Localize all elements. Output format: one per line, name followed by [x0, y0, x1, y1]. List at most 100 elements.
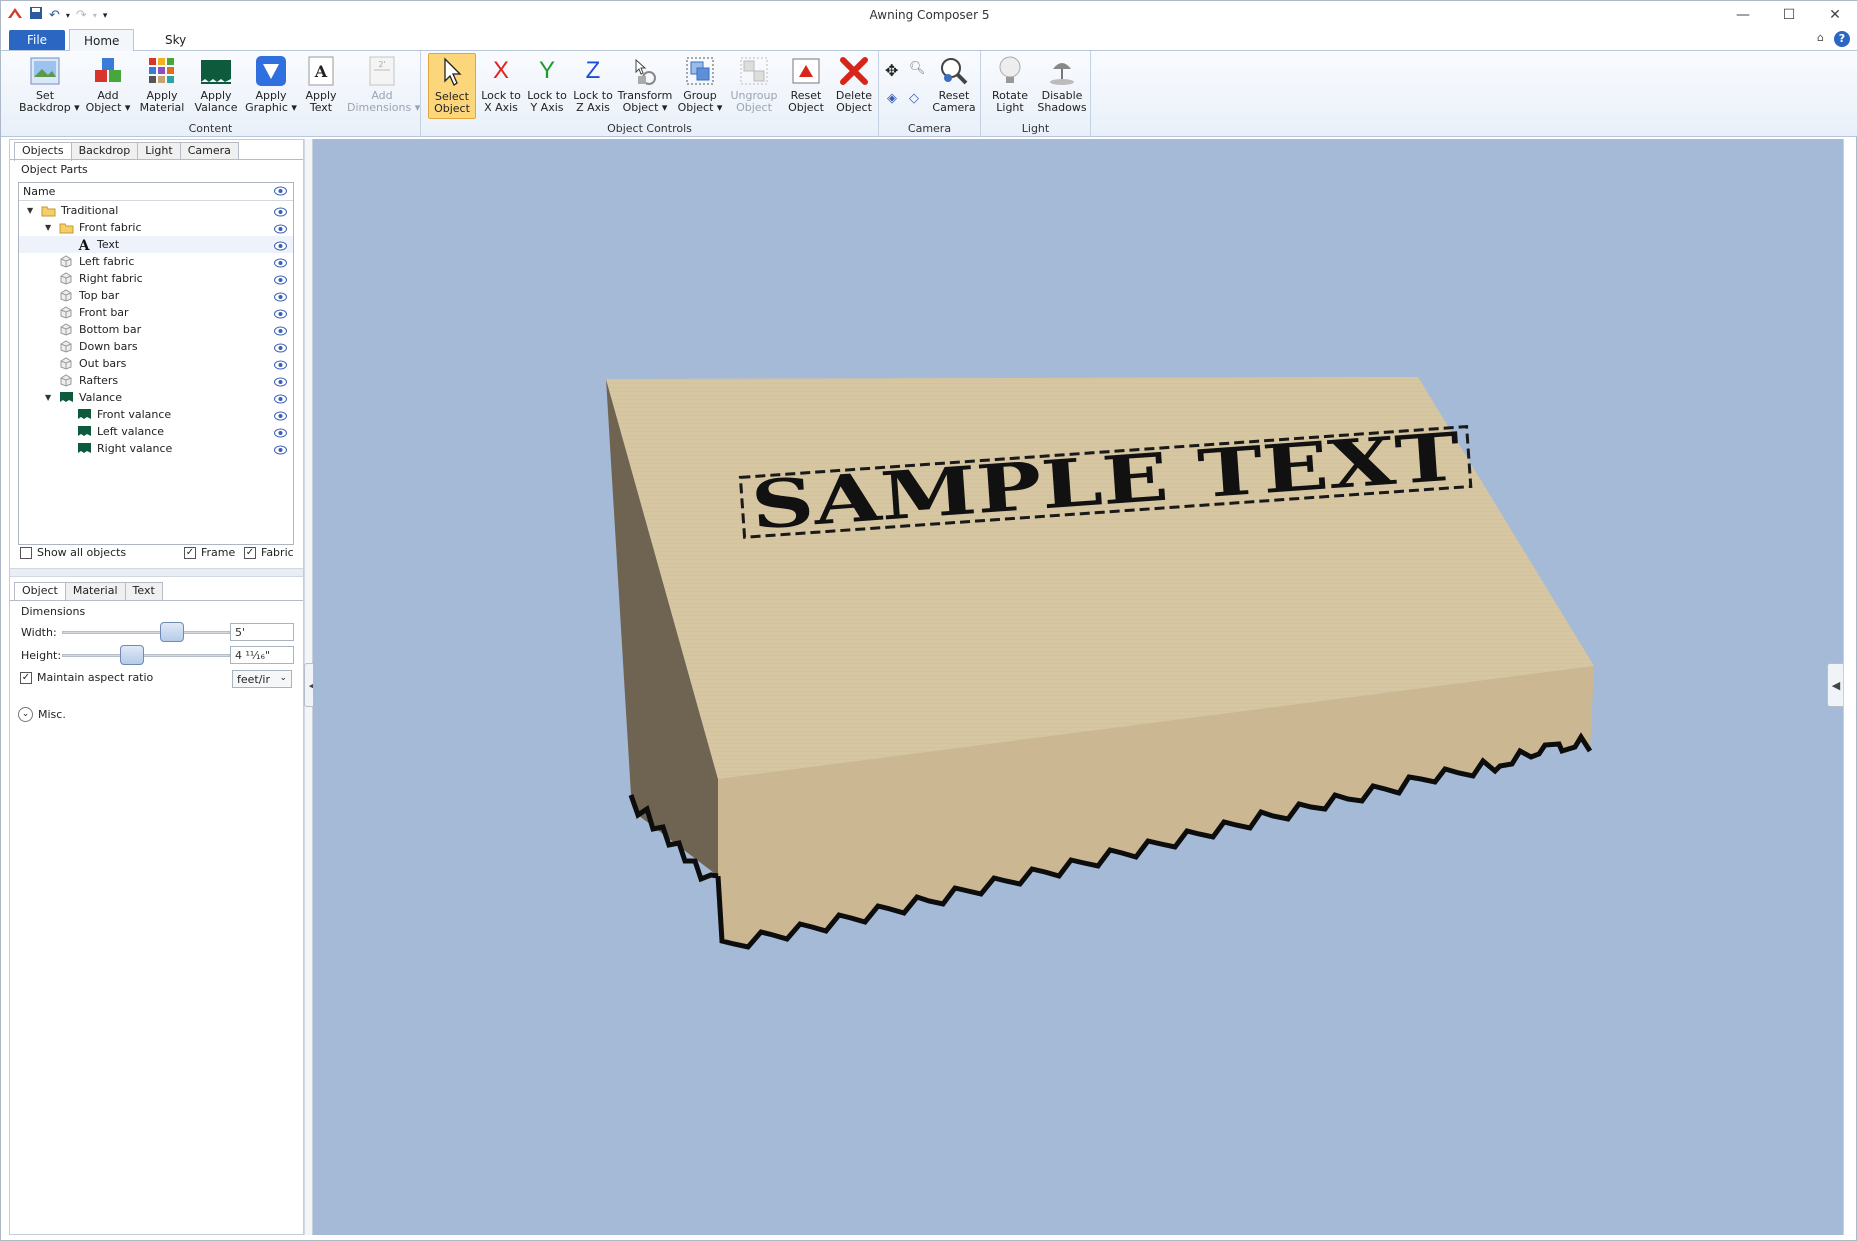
object-parts-tree[interactable]: Name ▼ Traditional ▼ Front fabric A Text Left … — [18, 182, 294, 545]
tree-row[interactable]: ▼ Valance — [19, 389, 293, 406]
lock-x-axis-button[interactable]: X Lock to X Axis — [479, 55, 523, 121]
tree-row[interactable]: Front valance — [19, 406, 293, 423]
expand-chevron-icon[interactable]: ⌄ — [18, 707, 33, 722]
tab-text[interactable]: Text — [124, 582, 163, 600]
ungroup-icon — [740, 57, 768, 85]
visibility-eye-icon[interactable] — [274, 409, 287, 421]
apply-material-button[interactable]: Apply Material — [137, 55, 187, 121]
orbit-camera-icon[interactable]: ◈ — [887, 91, 897, 106]
zoom-camera-icon[interactable]: 🔍︎ — [909, 61, 926, 76]
tree-row[interactable]: Bottom bar — [19, 321, 293, 338]
height-slider[interactable] — [62, 645, 230, 665]
shadow-lamp-icon — [1050, 63, 1074, 85]
tree-row-label: Valance — [79, 391, 122, 404]
frame-option[interactable]: ✓ Frame — [184, 546, 235, 559]
help-icon[interactable]: ? — [1834, 31, 1850, 47]
visibility-eye-icon[interactable] — [274, 222, 287, 234]
tree-row[interactable]: Rafters — [19, 372, 293, 389]
apply-valance-button[interactable]: Apply Valance — [191, 55, 241, 121]
tree-row[interactable]: ▼ Traditional — [19, 202, 293, 219]
fabric-checkbox[interactable]: ✓ — [244, 546, 256, 559]
visibility-eye-icon[interactable] — [274, 341, 287, 353]
apply-text-button[interactable]: A Apply Text — [299, 55, 343, 121]
lock-y-axis-button[interactable]: Y Lock to Y Axis — [525, 55, 569, 121]
tab-backdrop[interactable]: Backdrop — [70, 142, 139, 160]
maintain-aspect-checkbox[interactable]: ✓ — [20, 671, 32, 684]
rotate-camera-icon[interactable]: ◇ — [909, 91, 919, 106]
tree-header-name[interactable]: Name — [23, 185, 55, 198]
visibility-eye-icon[interactable] — [274, 205, 287, 217]
tree-row[interactable]: Right valance — [19, 440, 293, 457]
show-all-objects-option[interactable]: Show all objects — [20, 546, 126, 559]
tab-camera[interactable]: Camera — [179, 142, 239, 160]
text-icon: A — [308, 56, 334, 86]
tab-object[interactable]: Object — [14, 582, 66, 601]
visibility-eye-icon[interactable] — [274, 392, 287, 404]
tab-home[interactable]: Home — [69, 29, 135, 52]
tree-row[interactable]: ▼ Front fabric — [19, 219, 293, 236]
add-object-button[interactable]: Add Object ▾ — [83, 55, 133, 121]
tree-row[interactable]: Left fabric — [19, 253, 293, 270]
expand-toggle-icon[interactable]: ▼ — [27, 202, 33, 219]
3d-viewport[interactable]: SAMPLE TEXT — [313, 139, 1843, 1235]
tree-row[interactable]: Front bar — [19, 304, 293, 321]
units-dropdown[interactable]: feet/ir ⌄ — [232, 670, 292, 688]
visibility-eye-icon[interactable] — [274, 358, 287, 370]
tab-file[interactable]: File — [9, 30, 65, 50]
fabric-option[interactable]: ✓ Fabric — [244, 546, 294, 559]
frame-checkbox[interactable]: ✓ — [184, 546, 196, 559]
ribbon: Set Backdrop ▾ Add Object ▾ Apply Materi… — [1, 51, 1857, 137]
expand-toggle-icon[interactable]: ▼ — [45, 219, 51, 236]
visibility-eye-icon[interactable] — [274, 307, 287, 319]
delete-object-button[interactable]: Delete Object — [831, 55, 877, 121]
visibility-eye-icon[interactable] — [274, 324, 287, 336]
visibility-eye-icon[interactable] — [274, 290, 287, 302]
reset-camera-button[interactable]: Reset Camera — [931, 55, 977, 121]
valance-icon — [201, 60, 231, 84]
window-title: Awning Composer 5 — [869, 8, 990, 22]
close-button[interactable]: ✕ — [1812, 1, 1857, 29]
visibility-eye-icon[interactable] — [274, 239, 287, 251]
height-field[interactable]: 4 ¹¹⁄₁₆" — [230, 646, 294, 664]
misc-section[interactable]: ⌄ Misc. — [18, 707, 66, 722]
minimize-ribbon-icon[interactable]: ⌂ — [1817, 31, 1824, 47]
visibility-eye-icon[interactable] — [274, 426, 287, 438]
visibility-eye-icon[interactable] — [274, 273, 287, 285]
width-slider-thumb[interactable] — [160, 622, 184, 642]
width-slider[interactable] — [62, 622, 230, 642]
transform-object-button[interactable]: Transform Object ▾ — [617, 55, 673, 121]
tab-sky[interactable]: Sky — [151, 29, 200, 51]
maximize-button[interactable]: ☐ — [1766, 1, 1812, 29]
expand-toggle-icon[interactable]: ▼ — [45, 389, 51, 406]
tree-row[interactable]: Left valance — [19, 423, 293, 440]
visibility-eye-icon[interactable] — [274, 375, 287, 387]
maintain-aspect-option[interactable]: ✓ Maintain aspect ratio — [20, 671, 153, 684]
awning-3d-model[interactable]: SAMPLE TEXT — [313, 139, 1843, 1235]
reset-object-icon — [792, 58, 820, 84]
tree-row[interactable]: A Text — [19, 236, 293, 254]
height-slider-thumb[interactable] — [120, 645, 144, 665]
set-backdrop-button[interactable]: Set Backdrop ▾ — [19, 55, 80, 121]
visibility-eye-icon[interactable] — [274, 443, 287, 455]
apply-graphic-button[interactable]: Apply Graphic ▾ — [245, 55, 297, 121]
width-field[interactable]: 5' — [230, 623, 294, 641]
lock-z-axis-button[interactable]: Z Lock to Z Axis — [571, 55, 615, 121]
reset-object-button[interactable]: Reset Object — [783, 55, 829, 121]
tab-light[interactable]: Light — [137, 142, 181, 160]
tree-row[interactable]: Out bars — [19, 355, 293, 372]
rotate-light-button[interactable]: Rotate Light — [987, 55, 1033, 121]
panel-splitter[interactable] — [10, 568, 303, 577]
minimize-button[interactable]: — — [1720, 1, 1766, 29]
disable-shadows-button[interactable]: Disable Shadows — [1035, 55, 1089, 121]
select-object-button[interactable]: Select Object — [428, 53, 476, 119]
object-parts-label: Object Parts — [21, 163, 88, 176]
group-object-button[interactable]: Group Object ▾ — [675, 55, 725, 121]
pan-camera-icon[interactable]: ✥ — [885, 61, 898, 80]
tree-row[interactable]: Down bars — [19, 338, 293, 355]
tab-material[interactable]: Material — [64, 582, 126, 600]
tree-row[interactable]: Top bar — [19, 287, 293, 304]
visibility-eye-icon[interactable] — [274, 256, 287, 268]
tree-row-label: Front fabric — [79, 221, 142, 234]
show-all-objects-checkbox[interactable] — [20, 546, 32, 559]
tree-row[interactable]: Right fabric — [19, 270, 293, 287]
